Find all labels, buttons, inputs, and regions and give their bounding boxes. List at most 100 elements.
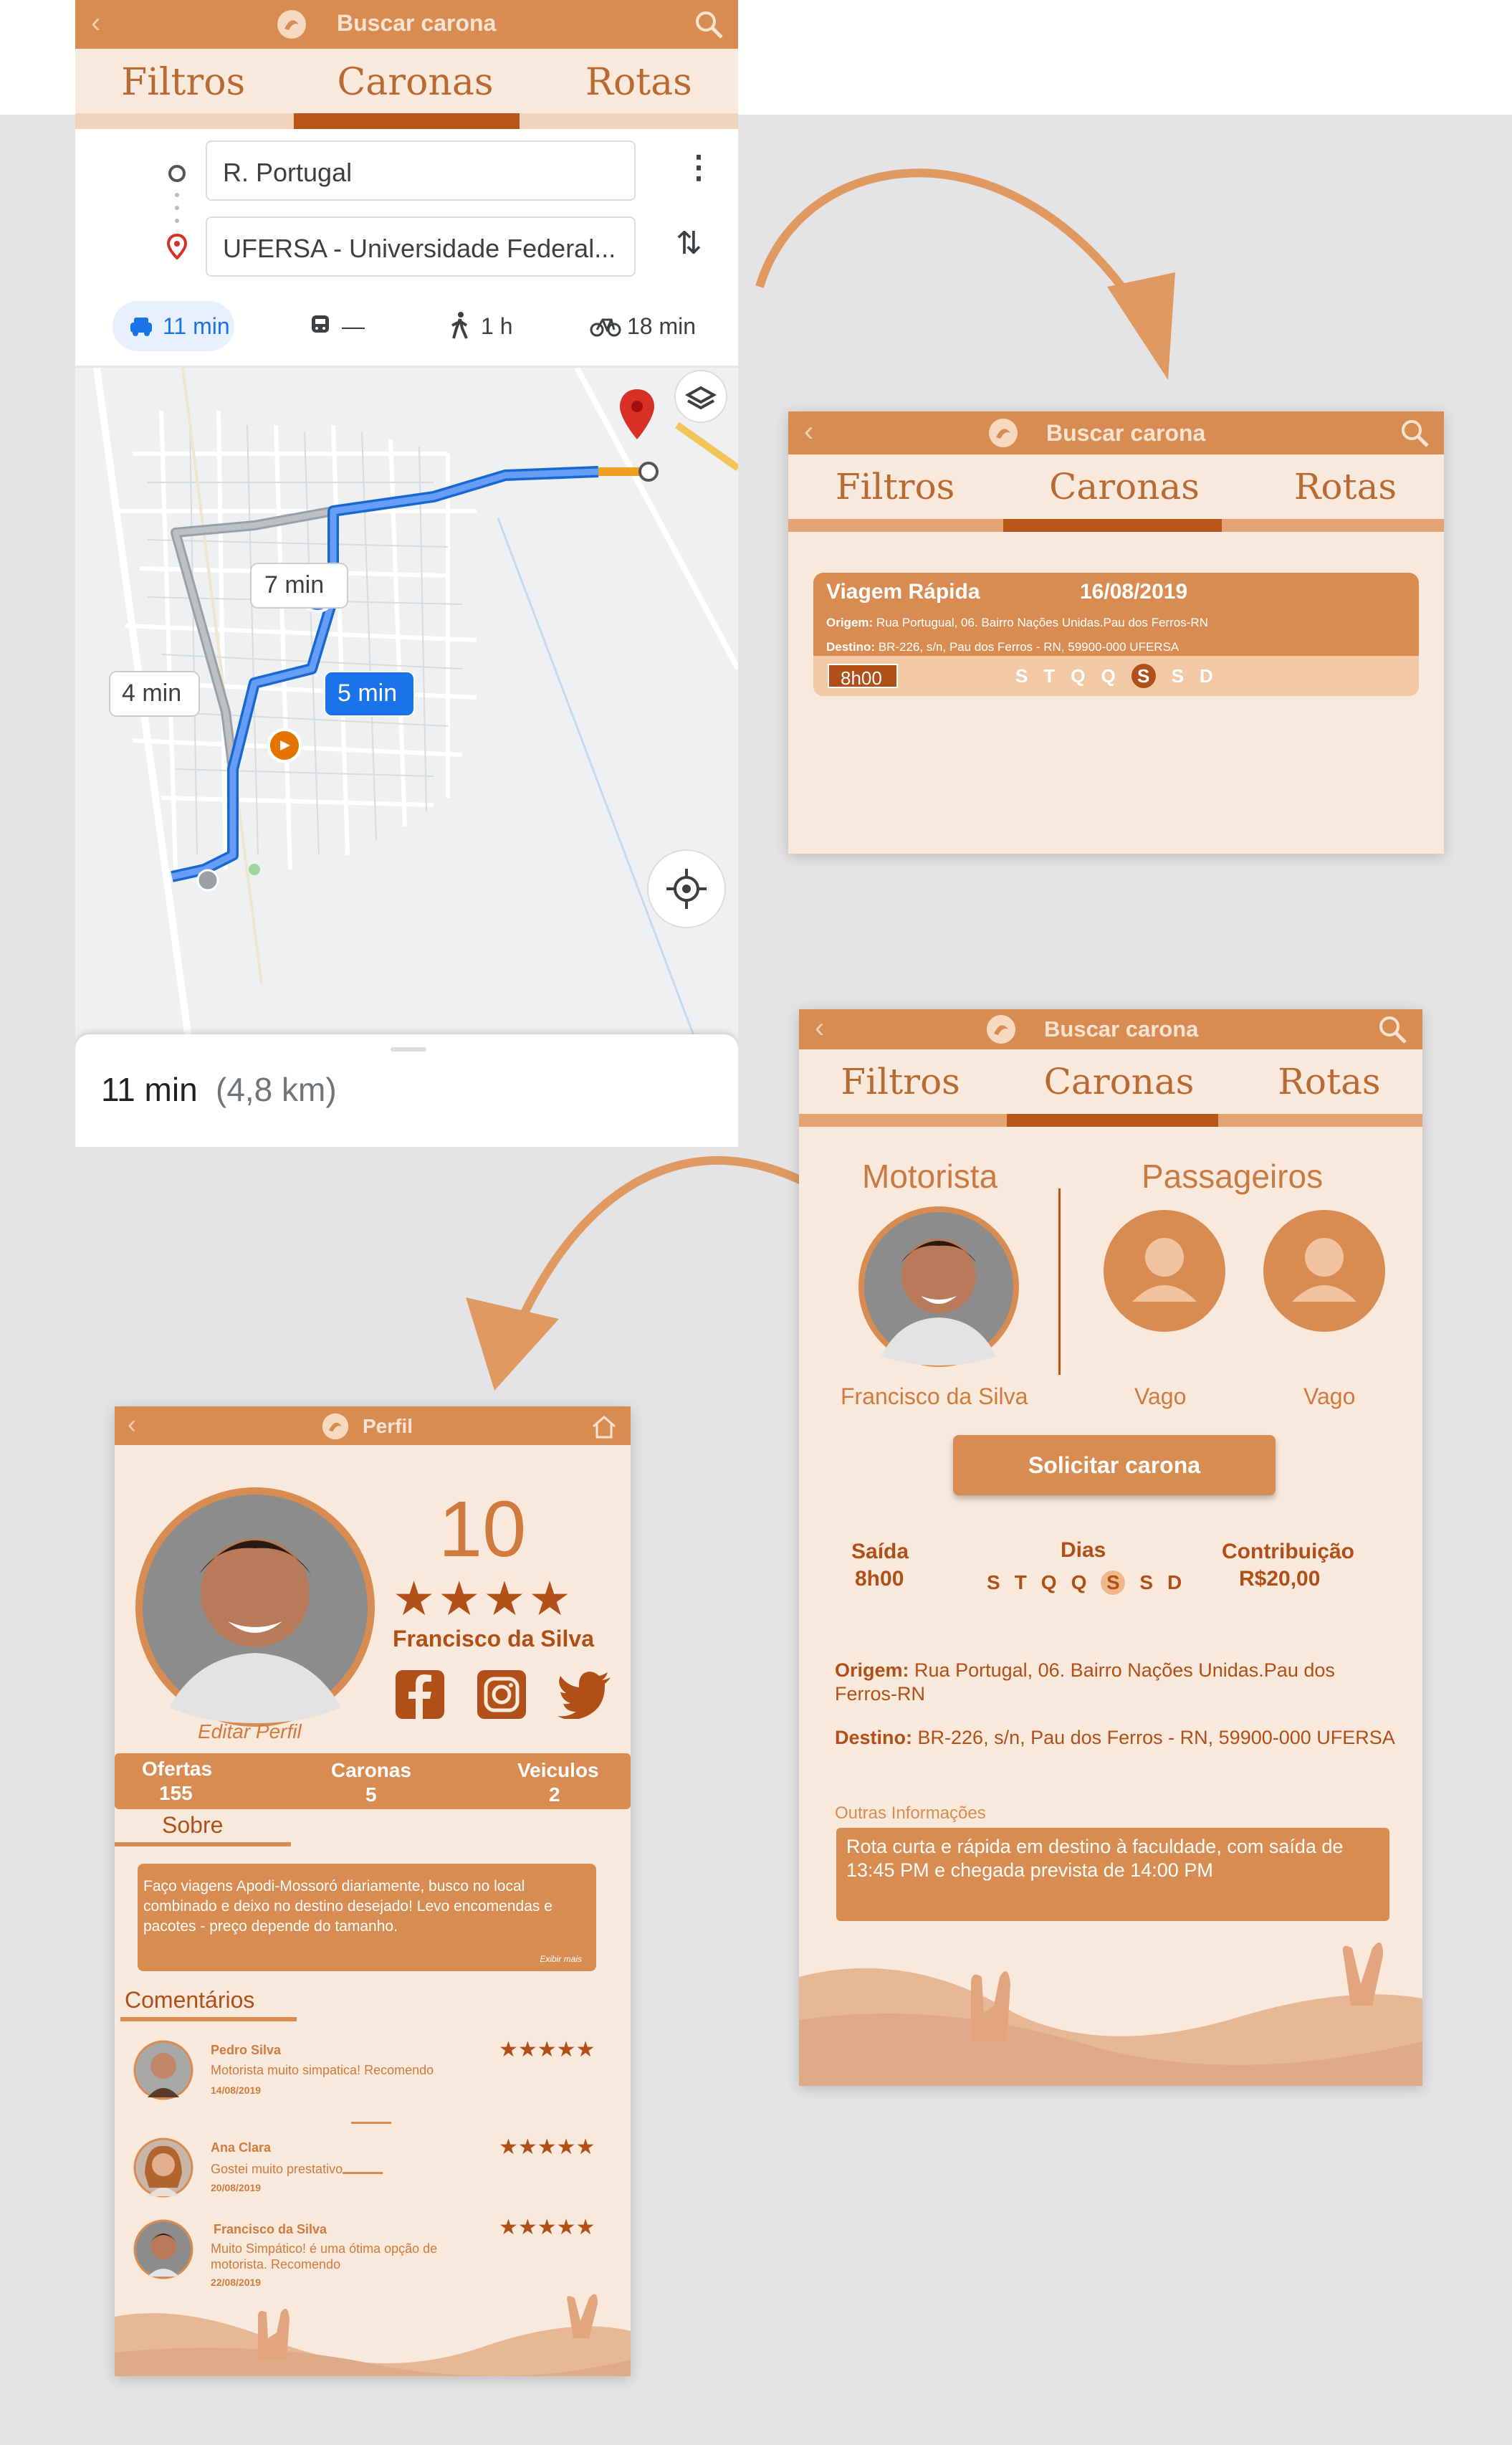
- flow-arrow-1: [755, 168, 1175, 380]
- decorative-hills: [115, 2294, 631, 2376]
- tab-bar: Filtros Caronas Rotas: [799, 1049, 1422, 1114]
- request-ride-button[interactable]: Solicitar carona: [953, 1435, 1276, 1495]
- comment-3-stars: ★★★★★: [499, 2216, 595, 2239]
- edit-profile-link[interactable]: Editar Perfil: [198, 1720, 302, 1743]
- car-icon: [130, 318, 152, 336]
- passenger-slot-1-label: Vago: [1134, 1383, 1187, 1409]
- ride-time: 8h00: [841, 667, 882, 689]
- day-6: D: [1200, 664, 1213, 687]
- commenter-avatar: [133, 2219, 193, 2279]
- mode-car[interactable]: 11 min: [113, 301, 234, 351]
- back-arrow-icon[interactable]: ‹: [128, 1409, 136, 1439]
- app-logo-icon: [322, 1413, 349, 1440]
- day-4: S: [1101, 1571, 1126, 1595]
- tab-bar: Filtros Caronas Rotas: [75, 49, 738, 116]
- day-3: Q: [1071, 1571, 1087, 1593]
- home-icon[interactable]: [590, 1415, 618, 1439]
- about-heading: Sobre: [162, 1812, 224, 1838]
- show-more-link[interactable]: Exibir mais: [540, 1954, 582, 1964]
- stat-ofertas-label: Ofertas: [142, 1758, 213, 1780]
- comment-2-date: 20/08/2019: [211, 2182, 262, 2193]
- comment-3-text: Muito Simpático! é uma ótima opção de mo…: [211, 2241, 438, 2272]
- tab-rotas[interactable]: Rotas: [585, 61, 692, 104]
- top-bar: ‹ Buscar carona: [788, 411, 1444, 454]
- app-logo-icon: [987, 1015, 1015, 1044]
- origin-input[interactable]: R. Portugal: [206, 140, 636, 201]
- day-3: Q: [1101, 664, 1116, 687]
- tab-caronas[interactable]: Caronas: [1044, 1061, 1195, 1102]
- stat-veiculos-label: Veiculos: [517, 1759, 599, 1781]
- contribution-label: Contribuição: [1222, 1540, 1354, 1563]
- contribution-value: R$20,00: [1239, 1567, 1321, 1591]
- topbar-title: Buscar carona: [1046, 420, 1206, 446]
- comment-2-text: Gostei muito prestativo.: [211, 2162, 347, 2176]
- search-icon[interactable]: [1377, 1014, 1408, 1045]
- top-bar: ‹ Perfil: [115, 1406, 631, 1445]
- walk-icon[interactable]: [449, 311, 471, 340]
- comment-2-name: Ana Clara: [211, 2140, 272, 2155]
- tab-rotas[interactable]: Rotas: [1294, 466, 1397, 507]
- app-logo-icon: [989, 419, 1018, 447]
- destination-pin-icon: [166, 234, 188, 259]
- ride-days: STQQSSD: [987, 1567, 1182, 1598]
- stats-bar: Ofertas 155 Caronas 5 Veiculos 2: [115, 1753, 631, 1809]
- ride-time-badge: 8h00: [828, 664, 898, 689]
- tab-filtros[interactable]: Filtros: [121, 61, 245, 104]
- mode-train-label: —: [342, 313, 365, 339]
- tab-rotas[interactable]: Rotas: [1278, 1061, 1380, 1102]
- comments-heading: Comentários: [125, 1987, 255, 2013]
- destination-input[interactable]: UFERSA - Universidade Federal...: [206, 216, 636, 277]
- day-4: S: [1131, 664, 1156, 688]
- decorative-hills: [799, 1943, 1422, 2086]
- profile-stars: ★★★★: [393, 1572, 574, 1625]
- ride-list-screen: ‹ Buscar carona Filtros Caronas Rotas Vi…: [788, 411, 1444, 854]
- search-icon[interactable]: [693, 9, 724, 40]
- tab-caronas[interactable]: Caronas: [337, 61, 493, 104]
- passenger-slot-1-avatar[interactable]: [1104, 1210, 1225, 1332]
- day-5: S: [1171, 664, 1185, 687]
- ride-origin: Origem: Rua Portugual, 06. Bairro Nações…: [826, 616, 1208, 629]
- sheet-handle[interactable]: [391, 1047, 426, 1052]
- back-arrow-icon[interactable]: ‹: [91, 7, 100, 39]
- route-label-7min[interactable]: 7 min: [264, 571, 324, 599]
- route-summary-sheet[interactable]: 11 min (4,8 km): [75, 1034, 738, 1147]
- ride-destination: Destino: BR-226, s/n, Pau dos Ferros - R…: [826, 640, 1180, 654]
- profile-avatar[interactable]: [133, 1485, 377, 1729]
- passenger-slot-2-avatar[interactable]: [1263, 1210, 1385, 1332]
- day-5: S: [1139, 1571, 1154, 1593]
- back-arrow-icon[interactable]: ‹: [815, 1012, 824, 1044]
- route-label-4min[interactable]: 4 min: [122, 680, 181, 707]
- day-1: T: [1014, 1571, 1027, 1593]
- about-box: Faço viagens Apodi-Mossoró diariamente, …: [138, 1864, 596, 1971]
- map-view[interactable]: [75, 368, 738, 1049]
- instagram-icon[interactable]: [476, 1669, 527, 1720]
- comment-3-date: 22/08/2019: [211, 2277, 262, 2288]
- stat-caronas-value: 5: [365, 1783, 377, 1806]
- comments-heading-underline: [120, 2017, 297, 2021]
- route-label-5min[interactable]: 5 min: [338, 680, 397, 707]
- bike-icon[interactable]: [590, 314, 621, 337]
- saida-label: Saída: [851, 1540, 909, 1563]
- layers-button: [674, 370, 727, 423]
- back-arrow-icon[interactable]: ‹: [804, 416, 813, 448]
- about-heading-underline: [115, 1842, 291, 1846]
- tab-bar: Filtros Caronas Rotas: [788, 454, 1444, 519]
- driver-avatar[interactable]: [856, 1204, 1021, 1369]
- tab-caronas[interactable]: Caronas: [1049, 466, 1200, 507]
- train-icon[interactable]: [309, 314, 332, 338]
- twitter-icon[interactable]: [558, 1672, 612, 1719]
- tab-filtros[interactable]: Filtros: [841, 1061, 960, 1102]
- swap-icon[interactable]: ⇅: [676, 225, 702, 262]
- topbar-title: Buscar carona: [1044, 1016, 1199, 1042]
- origin-text: R. Portugal: [223, 158, 353, 187]
- search-icon[interactable]: [1399, 417, 1430, 449]
- profile-score: 10: [439, 1485, 527, 1573]
- more-options-icon[interactable]: ⋮: [683, 149, 714, 186]
- topbar-title: Perfil: [363, 1415, 413, 1437]
- profile-name: Francisco da Silva: [393, 1626, 595, 1652]
- facebook-icon[interactable]: [394, 1669, 446, 1720]
- top-bar: ‹ Buscar carona: [75, 0, 738, 49]
- ride-card[interactable]: Viagem Rápida 16/08/2019 Origem: Rua Por…: [813, 573, 1419, 696]
- tab-filtros[interactable]: Filtros: [836, 466, 954, 507]
- commenter-avatar: [133, 2040, 193, 2100]
